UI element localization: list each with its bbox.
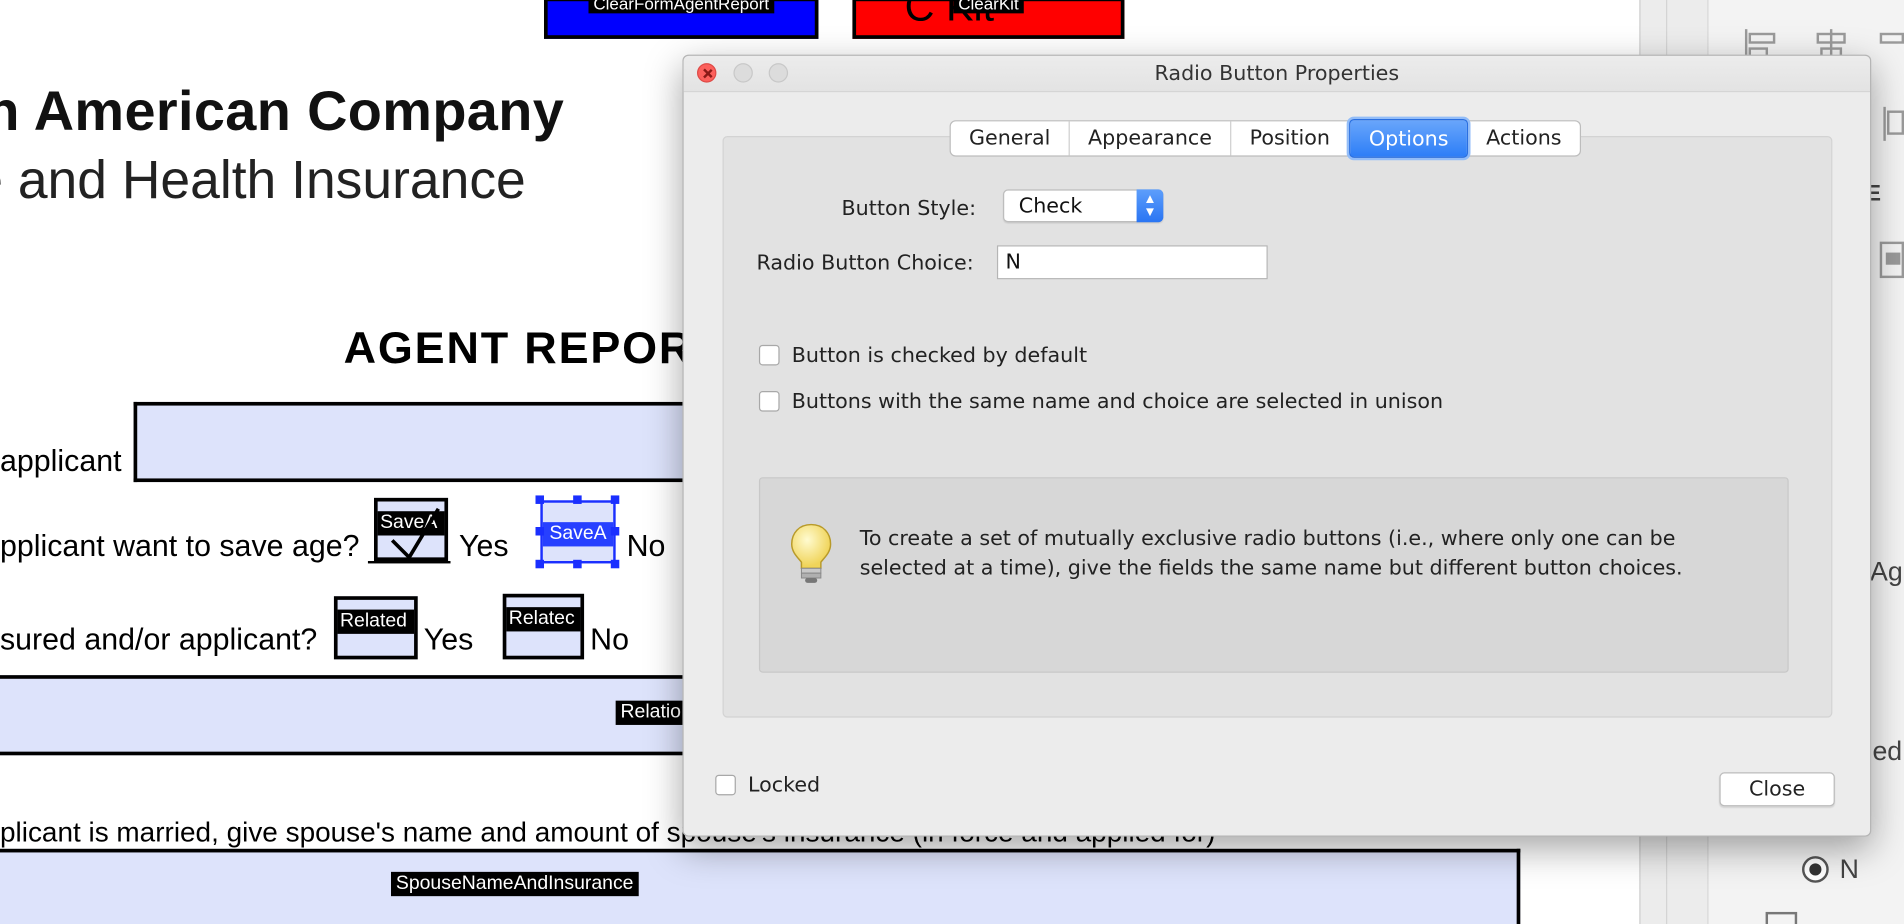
clear-kit-field-tag: ClearKit: [953, 0, 1024, 14]
company-subtitle: e and Health Insurance: [0, 150, 526, 211]
selection-handle[interactable]: [610, 559, 620, 569]
applicant-label: applicant: [0, 444, 122, 479]
tab-options[interactable]: Options: [1349, 119, 1468, 158]
save-age-underline: [367, 561, 451, 564]
radio-choice-label: Radio Button Choice:: [756, 251, 974, 276]
clear-form-field-tag: ClearFormAgentReport: [588, 0, 774, 14]
size-icon[interactable]: [1879, 238, 1904, 282]
tab-position[interactable]: Position: [1231, 121, 1350, 156]
company-name: n American Company: [0, 78, 565, 143]
unison-checkbox[interactable]: [758, 391, 780, 412]
report-title: AGENT REPOR: [343, 323, 694, 373]
close-button[interactable]: Close: [1719, 772, 1835, 807]
distribute-icon[interactable]: [1881, 104, 1904, 143]
dialog-titlebar[interactable]: Radio Button Properties: [683, 55, 1871, 93]
selection-handle[interactable]: [610, 527, 620, 536]
clear-form-button-field[interactable]: ClearFormAgentReport: [544, 0, 819, 39]
related-yes-tag: Related: [337, 609, 415, 634]
selection-handle[interactable]: [535, 527, 545, 536]
related-question: sured and/or applicant?: [0, 622, 318, 657]
related-yes-checkbox[interactable]: Related: [333, 596, 418, 660]
save-age-no-checkbox-selected[interactable]: SaveA: [540, 500, 616, 564]
save-age-yes-checkbox[interactable]: SaveA: [374, 497, 449, 562]
clear-kit-button-field[interactable]: C Kit ClearKit: [852, 0, 1125, 39]
save-age-no-tag: SaveA: [542, 522, 614, 547]
side-radio-label: N: [1839, 853, 1859, 885]
checked-by-default-checkbox[interactable]: [758, 344, 780, 366]
selection-handle[interactable]: [535, 495, 545, 504]
align-right-icon[interactable]: [1879, 27, 1904, 66]
spouse-field[interactable]: SpouseNameAndInsurance: [0, 848, 1521, 924]
related-no-tag: Relatec: [506, 607, 581, 632]
unison-label: Buttons with the same name and choice ar…: [791, 389, 1444, 415]
related-no-checkbox[interactable]: Relatec: [502, 593, 585, 660]
info-box: To create a set of mutually exclusive ra…: [758, 477, 1789, 673]
locked-label: Locked: [748, 773, 821, 798]
side-label-ag: Ag: [1870, 556, 1903, 587]
tab-appearance[interactable]: Appearance: [1070, 121, 1232, 156]
chevron-updown-icon: ▲ ▼: [1136, 189, 1164, 223]
button-style-value: Check: [1018, 194, 1083, 219]
selection-handle[interactable]: [535, 559, 545, 569]
screen: ClearFormAgentReport C Kit ClearKit n Am…: [0, 0, 1904, 924]
button-style-select[interactable]: Check ▲ ▼: [1003, 189, 1164, 223]
checked-by-default-label: Button is checked by default: [791, 343, 1088, 368]
radio-button-properties-dialog: Radio Button Properties General Appearan…: [682, 54, 1872, 837]
field-list-icon: [1765, 911, 1798, 924]
lightbulb-icon: [790, 523, 832, 583]
save-age-question: pplicant want to save age?: [0, 529, 360, 564]
dialog-title: Radio Button Properties: [1154, 61, 1400, 87]
save-age-no-label: No: [626, 529, 666, 564]
selection-handle[interactable]: [610, 495, 620, 504]
radio-selected-icon[interactable]: [1801, 855, 1830, 884]
related-yes-label: Yes: [423, 622, 474, 657]
locked-checkbox[interactable]: [715, 774, 736, 796]
radio-choice-input[interactable]: N: [996, 245, 1268, 280]
relationship-field-tag: Relatio: [615, 700, 686, 725]
button-style-label: Button Style:: [841, 196, 977, 222]
tab-general[interactable]: General: [951, 121, 1070, 156]
tab-actions[interactable]: Actions: [1468, 121, 1580, 155]
tab-bar: General Appearance Position Options Acti…: [949, 119, 1581, 158]
related-no-label: No: [590, 622, 629, 657]
checkmark-icon: [390, 507, 440, 560]
side-label-ed: ed: [1872, 735, 1903, 767]
selection-handle[interactable]: [573, 559, 582, 569]
relationship-field[interactable]: Relatio: [0, 675, 693, 756]
save-age-yes-label: Yes: [459, 529, 509, 564]
applicant-name-field[interactable]: [133, 401, 693, 483]
info-text: To create a set of mutually exclusive ra…: [859, 527, 1683, 581]
spouse-field-tag: SpouseNameAndInsurance: [391, 871, 639, 897]
selection-handle[interactable]: [573, 495, 582, 504]
